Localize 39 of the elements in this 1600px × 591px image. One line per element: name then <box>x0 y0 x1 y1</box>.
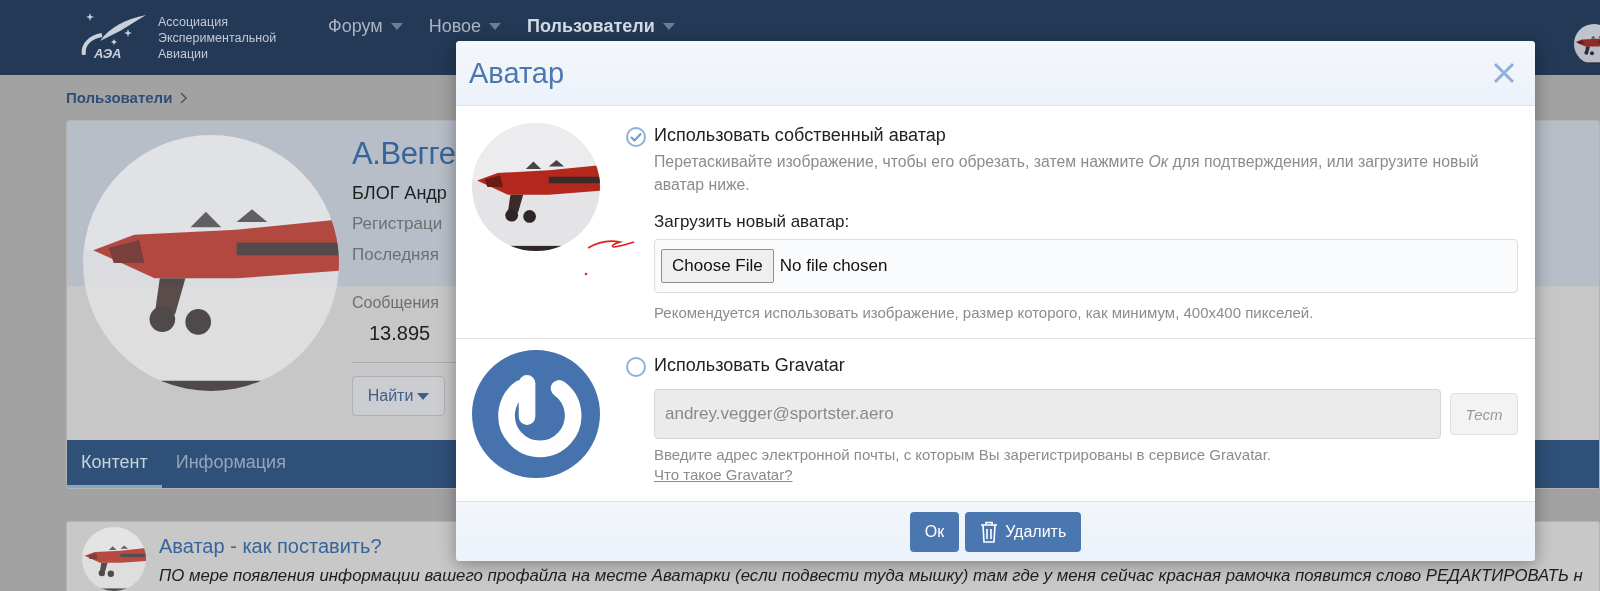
logo-text: Авиации <box>158 45 210 62</box>
option-description: Перетаскивайте изображение, чтобы его обрезать, затем нажмите Ок для подтверждения, или загрузите новый аватар ниже. <box>654 152 1480 195</box>
post-text: ПО мере появления информации вашего профайла на месте Аватарки (если подвести туда мышку) там где у меня сейчас красная рамочка появится слово РЕДАКТИРОВАТЬ н <box>159 566 1583 586</box>
choose-file-button[interactable]: Choose File <box>661 249 774 283</box>
radio-button[interactable] <box>626 127 646 147</box>
stat-label: Сообщения <box>352 294 440 312</box>
file-input-field[interactable]: Choose File No file chosen <box>654 239 1518 293</box>
chevron-icon <box>180 91 189 104</box>
profile-tab[interactable]: Информация <box>161 440 300 488</box>
file-status: No file chosen <box>779 256 888 276</box>
email-hint: Введите адрес электронной почты, с которым Вы зарегистрированы в сервисе Gravatar. <box>654 445 1272 465</box>
caret-icon <box>662 23 675 30</box>
caret-icon <box>390 23 403 30</box>
user-name: А.Вегге <box>352 135 457 173</box>
close-icon <box>1493 62 1515 84</box>
logo-text: Экспериментальной <box>158 29 277 46</box>
nav-item[interactable]: Пользователи <box>527 16 675 37</box>
option-label[interactable]: Использовать собственный аватар <box>654 123 1518 147</box>
delete-button[interactable]: Удалить <box>965 511 1082 552</box>
caret-icon <box>417 392 430 400</box>
nav-item[interactable]: Форум <box>328 16 403 37</box>
dialog-title: Аватар <box>469 56 565 90</box>
upload-hint: Рекомендуется использовать изображение, размер которого, как минимум, 400x400 пикселей. <box>654 303 1315 323</box>
caret-icon <box>489 23 502 30</box>
profile-info: Регистраци <box>352 213 444 235</box>
user-title: БЛОГ Андр <box>352 182 448 205</box>
upload-label: Загрузить новый аватар: <box>654 212 851 232</box>
close-button[interactable] <box>1493 62 1515 84</box>
profile-tab[interactable]: Контент <box>67 440 162 488</box>
trash-icon <box>980 520 999 543</box>
ok-button[interactable]: Ок <box>909 511 960 552</box>
find-button[interactable]: Найти <box>352 376 445 416</box>
profile-info: Последняя <box>352 244 440 266</box>
check-icon <box>630 132 642 142</box>
logo-text: Ассоциация <box>158 13 229 30</box>
breadcrumb-link[interactable]: Пользователи <box>66 89 173 106</box>
nav-item[interactable]: Новое <box>428 16 502 37</box>
stat-value: 13.895 <box>369 322 432 345</box>
logo-mark: АЭА <box>94 45 122 61</box>
